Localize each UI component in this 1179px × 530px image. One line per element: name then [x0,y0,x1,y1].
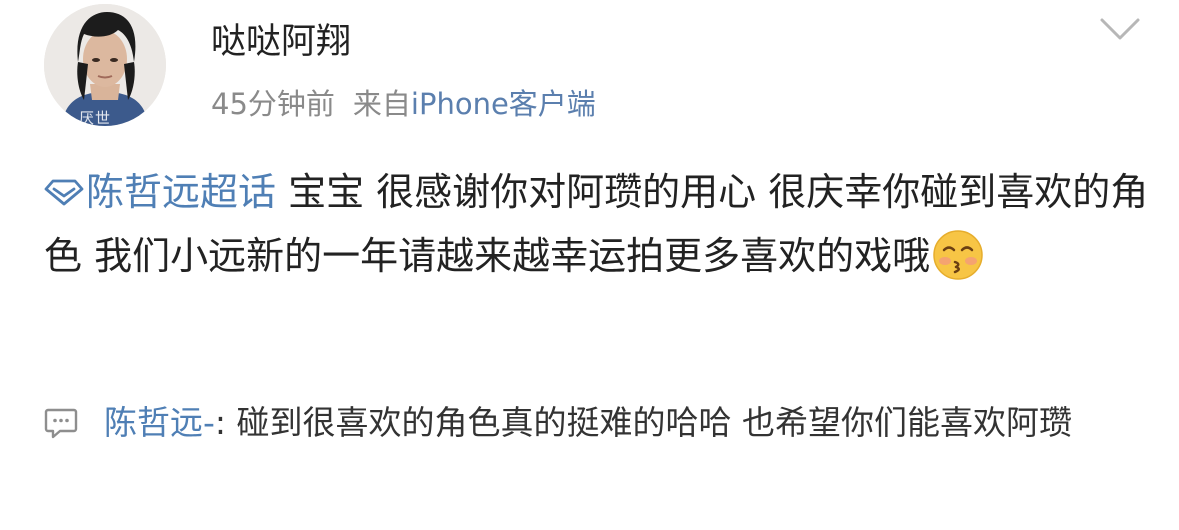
source-label: 来自 [352,87,411,121]
kissing-face-icon [933,230,983,280]
username[interactable]: 哒哒阿翔 [211,20,351,64]
post-text: 陈哲远超话 宝宝 很感谢你对阿瓒的用心 很庆幸你碰到喜欢的角色 我们小远新的一年… [44,160,1154,288]
comment-preview[interactable]: 陈哲远-: 碰到很喜欢的角色真的挺难的哈哈 也希望你们能喜欢阿瓒 [44,395,1154,525]
comment-author-link[interactable]: 陈哲远- [104,403,215,442]
post-header: 厌世 哒哒阿翔 45分钟前 来自iPhone客户端 [0,0,1179,150]
post-meta: 45分钟前 来自iPhone客户端 [211,84,596,124]
avatar[interactable]: 厌世 [44,4,166,126]
chevron-down-icon[interactable] [1098,14,1142,44]
topic-label: 陈哲远超话 [86,170,277,214]
diamond-topic-icon [44,179,84,206]
comment-text: 陈哲远-: 碰到很喜欢的角色真的挺难的哈哈 也希望你们能喜欢阿瓒 [104,395,1164,451]
comment-icon [44,408,78,439]
comment-content: : 碰到很喜欢的角色真的挺难的哈哈 也希望你们能喜欢阿瓒 [214,403,1073,442]
post-time: 45分钟前 [211,87,335,121]
avatar-watermark: 厌世 [79,109,112,126]
source-client-link[interactable]: iPhone客户端 [411,87,596,121]
topic-link[interactable]: 陈哲远超话 [44,170,276,214]
